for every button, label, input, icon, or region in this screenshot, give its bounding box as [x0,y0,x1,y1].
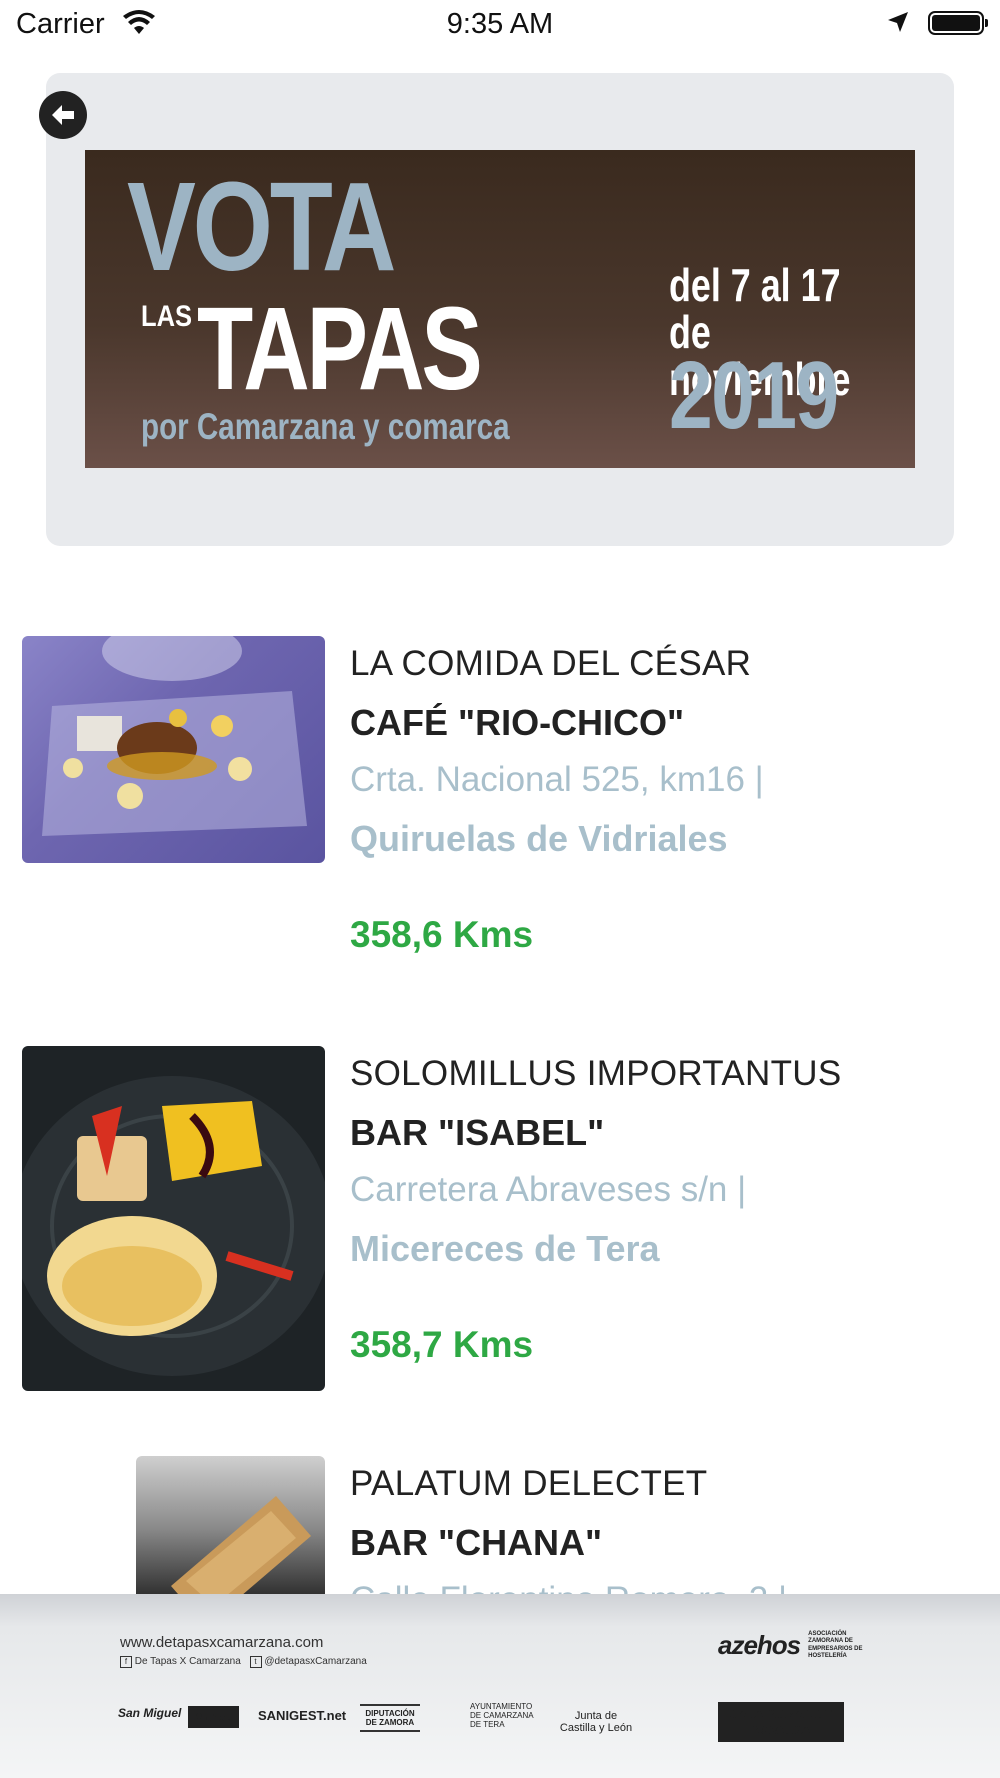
bar-name: CAFÉ "RIO-CHICO" [350,702,685,743]
tapa-photo [22,1046,325,1391]
facebook-icon: f [120,1656,132,1668]
list-item[interactable]: SOLOMILLUS IMPORTANTUS BAR "ISABEL" Carr… [0,1040,1000,1400]
town: Micereces de Tera [350,1228,660,1269]
mahou-logo: Mahou [188,1706,239,1728]
diputacion-logo: DIPUTACIÓN DE ZAMORA [360,1704,420,1732]
distance: 358,6 Kms [350,914,534,955]
twitter-icon: t [249,1656,262,1668]
battery-icon [928,11,988,35]
tapa-name: PALATUM DELECTET [350,1464,708,1503]
san-miguel-logo: San Miguel [118,1706,182,1720]
promo-banner: VOTA LAS TAPAS por Camarzana y comarca d… [85,150,915,468]
town: Quiruelas de Vidriales [350,818,728,859]
website-link[interactable]: www.detapasxcamarzana.com [120,1634,323,1651]
bar-name: BAR "ISABEL" [350,1112,605,1153]
tapa-photo [22,636,325,863]
status-bar: Carrier 9:35 AM [0,0,1000,52]
address: Carretera Abraveses s/n | [350,1170,747,1209]
sanigest-logo: SANIGEST.net [258,1708,347,1723]
social-handles: f De Tapas X Camarzana t @detapasxCamarz… [120,1656,367,1668]
ayuntamiento-logo: AYUNTAMIENTO DE CAMARZANA DE TERA [470,1702,534,1729]
azehos-logo-subtitle: ASOCIACIÓN ZAMORANA DE EMPRESARIOS DE HO… [808,1631,863,1659]
azehos-logo-name: azehos [718,1630,801,1660]
list-item[interactable]: LA COMIDA DEL CÉSAR CAFÉ "RIO-CHICO" Crt… [0,630,1000,990]
back-button[interactable] [39,91,87,139]
twitter-handle: @detapasxCamarzana [264,1656,367,1667]
distance: 358,7 Kms [350,1324,534,1365]
tapa-name: SOLOMILLUS IMPORTANTUS [350,1054,842,1093]
clock: 9:35 AM [446,8,554,40]
banner-year: 2019 [669,342,839,449]
location-arrow-icon [888,12,908,32]
facebook-handle: De Tapas X Camarzana [134,1656,241,1667]
caja-rural-logo: CAJA RURAL DE ZAMORA [718,1702,844,1742]
sponsor-footer: www.detapasxcamarzana.com f De Tapas X C… [0,1594,1000,1778]
junta-logo: Junta de Castilla y León [559,1710,633,1734]
arrow-left-icon [52,105,74,125]
banner-vota: VOTA [127,156,396,297]
bar-name: BAR "CHANA" [350,1522,603,1563]
banner-tapas: TAPAS [197,283,483,415]
banner-subtitle: por Camarzana y comarca [141,406,510,447]
tapa-name: LA COMIDA DEL CÉSAR [350,644,752,683]
address: Crta. Nacional 525, km16 | [350,760,764,799]
azehos-logo: azehos ASOCIACIÓN ZAMORANA DE EMPRESARIO… [718,1630,868,1661]
banner-las: LAS [141,300,192,333]
banner-dates-line1: del 7 al 17 [669,259,841,311]
